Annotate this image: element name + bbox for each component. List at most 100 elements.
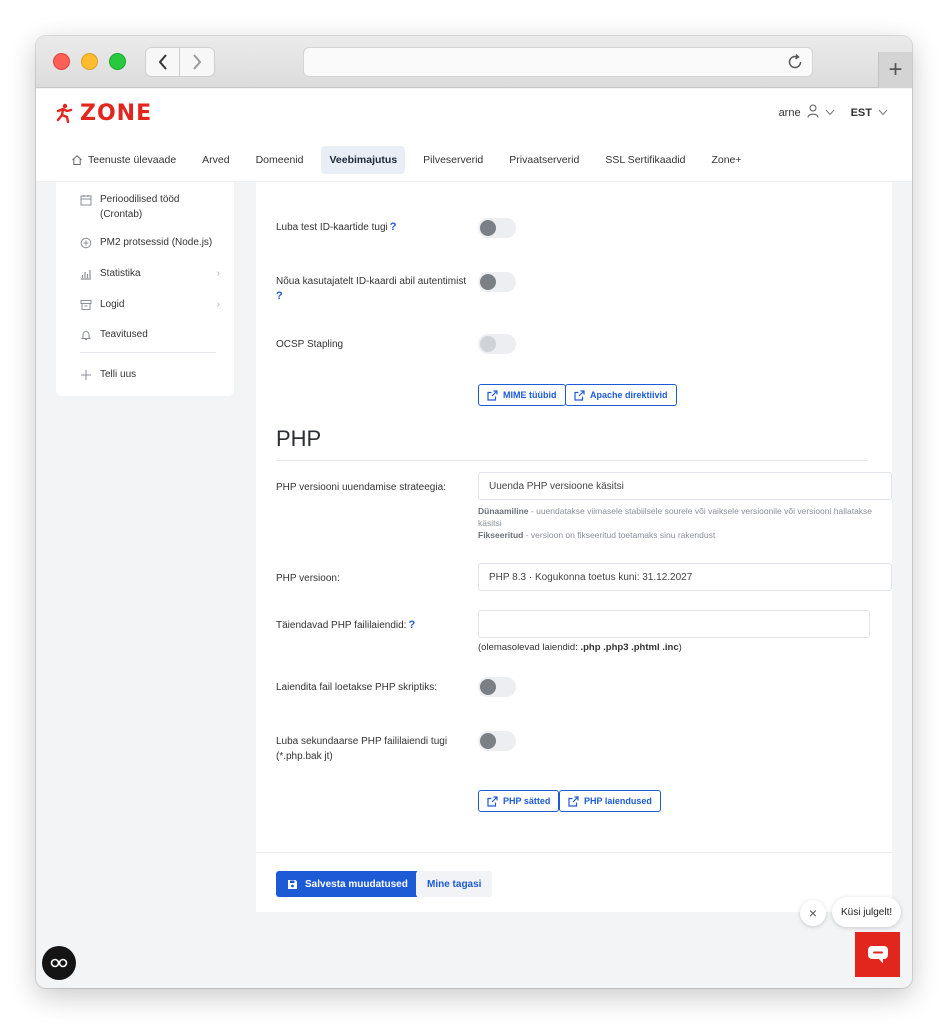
php-extensions-input[interactable] bbox=[478, 610, 870, 638]
home-icon bbox=[72, 154, 82, 165]
button-label: PHP laiendused bbox=[584, 796, 652, 806]
nav-label: Privaatserverid bbox=[509, 153, 580, 166]
sidebar-item-crontab[interactable]: Perioodilised tööd (Crontab) bbox=[80, 192, 220, 222]
external-link-icon bbox=[487, 795, 498, 807]
sidebar-item-label: Teavitused bbox=[100, 329, 148, 340]
ocsp-label: OCSP Stapling bbox=[276, 339, 344, 350]
ocsp-toggle[interactable] bbox=[478, 334, 516, 354]
nav-private-servers[interactable]: Privaatserverid bbox=[501, 146, 587, 174]
help-icon[interactable]: ? bbox=[390, 221, 397, 233]
sidebar-item-statistics[interactable]: Statistika › bbox=[80, 266, 220, 281]
external-link-icon bbox=[568, 795, 579, 807]
no-ext-php-toggle[interactable] bbox=[478, 677, 516, 697]
existing-prefix: (olemasolevad laiendid: bbox=[478, 642, 581, 653]
toggle-knob bbox=[480, 733, 496, 749]
existing-extensions: (olemasolevad laiendid: .php .php3 .phtm… bbox=[478, 642, 682, 653]
apache-directives-button[interactable]: Apache direktiivid bbox=[565, 384, 677, 406]
nav-invoices[interactable]: Arved bbox=[194, 146, 237, 174]
hint-dynamic-text: - uuendatakse viimasele stabiilsele sour… bbox=[478, 506, 873, 528]
nav-label: SSL Sertifikaadid bbox=[605, 153, 686, 166]
plus-icon bbox=[80, 369, 92, 381]
calendar-icon bbox=[80, 194, 92, 206]
id-card-test-row: Luba test ID-kaartide tugi? bbox=[276, 220, 396, 235]
nav-label: Zone+ bbox=[711, 153, 742, 166]
php-version-label: PHP versioon: bbox=[276, 573, 340, 584]
existing-suffix: ) bbox=[678, 642, 682, 653]
id-card-test-label: Luba test ID-kaartide tugi bbox=[276, 222, 388, 233]
sidebar-item-notifications[interactable]: Teavitused bbox=[80, 327, 220, 342]
hint-fixed-term: Fikseeritud bbox=[478, 530, 524, 540]
php-extensions-button[interactable]: PHP laiendused bbox=[559, 790, 661, 812]
mime-types-button[interactable]: MIME tüübid bbox=[478, 384, 566, 406]
username: arne bbox=[778, 106, 801, 119]
chart-icon bbox=[80, 268, 92, 280]
forward-button[interactable] bbox=[180, 47, 215, 77]
php-extensions-label: Täiendavad PHP faililaiendid: bbox=[276, 620, 407, 631]
id-card-test-toggle[interactable] bbox=[478, 218, 516, 238]
chevron-left-icon bbox=[158, 54, 167, 70]
help-icon[interactable]: ? bbox=[408, 619, 415, 631]
php-version-select[interactable]: PHP 8.3 · Kogukonna toetus kuni: 31.12.2… bbox=[478, 563, 892, 591]
zoom-window-button[interactable] bbox=[109, 53, 126, 70]
php-settings-button[interactable]: PHP sätted bbox=[478, 790, 560, 812]
accessibility-button[interactable] bbox=[42, 946, 76, 980]
chat-prompt-bubble[interactable]: Küsi julgelt! bbox=[832, 897, 902, 927]
chat-launcher-button[interactable] bbox=[855, 932, 900, 977]
site-header: ZONE arne EST bbox=[36, 89, 912, 138]
sidebar-order-new[interactable]: Telli uus bbox=[80, 367, 220, 382]
save-icon bbox=[288, 879, 297, 889]
go-back-button[interactable]: Mine tagasi bbox=[416, 871, 493, 897]
address-bar[interactable] bbox=[303, 47, 813, 77]
external-link-icon bbox=[487, 389, 498, 401]
reload-icon[interactable] bbox=[786, 53, 804, 71]
close-window-button[interactable] bbox=[53, 53, 70, 70]
php-section-title: PHP bbox=[276, 426, 322, 451]
sidebar-item-pm2[interactable]: PM2 protsessid (Node.js) bbox=[80, 235, 220, 250]
archive-icon bbox=[80, 299, 92, 311]
chat-close-button[interactable]: × bbox=[800, 900, 826, 926]
existing-list: .php .php3 .phtml .inc bbox=[580, 642, 679, 653]
nav-label: Arved bbox=[202, 153, 230, 166]
user-menu[interactable]: arne EST bbox=[779, 104, 888, 121]
php-strategy-select[interactable]: Uuenda PHP versioone käsitsi bbox=[478, 472, 892, 500]
new-tab-button[interactable]: + bbox=[878, 52, 912, 88]
button-label: Apache direktiivid bbox=[590, 390, 668, 400]
nav-web-hosting[interactable]: Veebimajutus bbox=[321, 145, 406, 174]
sidebar-item-label: Telli uus bbox=[100, 369, 137, 380]
no-ext-php-label: Laiendita fail loetakse PHP skriptiks: bbox=[276, 682, 438, 693]
language-selector[interactable]: EST bbox=[851, 107, 872, 119]
sidebar-item-label: Logid bbox=[100, 299, 125, 310]
nav-services-overview[interactable]: Teenuste ülevaade bbox=[63, 146, 184, 174]
toggle-knob bbox=[480, 336, 496, 352]
external-link-icon bbox=[574, 389, 585, 401]
zone-logo[interactable]: ZONE bbox=[54, 101, 152, 126]
nav-ssl-certificates[interactable]: SSL Sertifikaadid bbox=[597, 146, 693, 174]
id-card-auth-row: Nõua kasutajatelt ID-kaardi abil autenti… bbox=[276, 274, 476, 304]
runner-icon bbox=[56, 103, 73, 123]
hint-fixed-text: - versioon on fikseeritud toetamaks sinu… bbox=[523, 530, 716, 540]
hint-dynamic-term: Dünaamiline bbox=[478, 506, 529, 516]
nav-label: Teenuste ülevaade bbox=[88, 153, 177, 166]
toggle-knob bbox=[480, 220, 496, 236]
browser-toolbar: + bbox=[36, 36, 912, 88]
settings-panel: Luba test ID-kaartide tugi? Nõua kasutaj… bbox=[256, 182, 892, 910]
php-extensions-row: Täiendavad PHP faililaiendid:? bbox=[276, 618, 415, 633]
nav-zone-plus[interactable]: Zone+ bbox=[703, 146, 749, 174]
chevron-right-icon: › bbox=[216, 268, 220, 279]
nav-cloud-servers[interactable]: Pilveserverid bbox=[415, 146, 491, 174]
chevron-down-icon bbox=[825, 107, 835, 119]
nodejs-icon bbox=[80, 237, 92, 249]
back-button[interactable] bbox=[145, 47, 180, 77]
nav-domains[interactable]: Domeenid bbox=[248, 146, 312, 174]
browser-window: + ZONE arne EST Teenuste ülevaade Arved … bbox=[36, 36, 912, 988]
button-label: PHP sätted bbox=[503, 796, 551, 806]
id-card-auth-toggle[interactable] bbox=[478, 272, 516, 292]
nav-label: Veebimajutus bbox=[329, 153, 398, 166]
help-icon[interactable]: ? bbox=[276, 290, 283, 302]
secondary-ext-toggle[interactable] bbox=[478, 731, 516, 751]
sidebar: Perioodilised tööd (Crontab) PM2 protses… bbox=[56, 182, 234, 396]
save-button[interactable]: Salvesta muudatused bbox=[276, 871, 419, 897]
minimize-window-button[interactable] bbox=[81, 53, 98, 70]
chevron-right-icon: › bbox=[216, 299, 220, 310]
sidebar-item-logs[interactable]: Logid › bbox=[80, 297, 220, 312]
